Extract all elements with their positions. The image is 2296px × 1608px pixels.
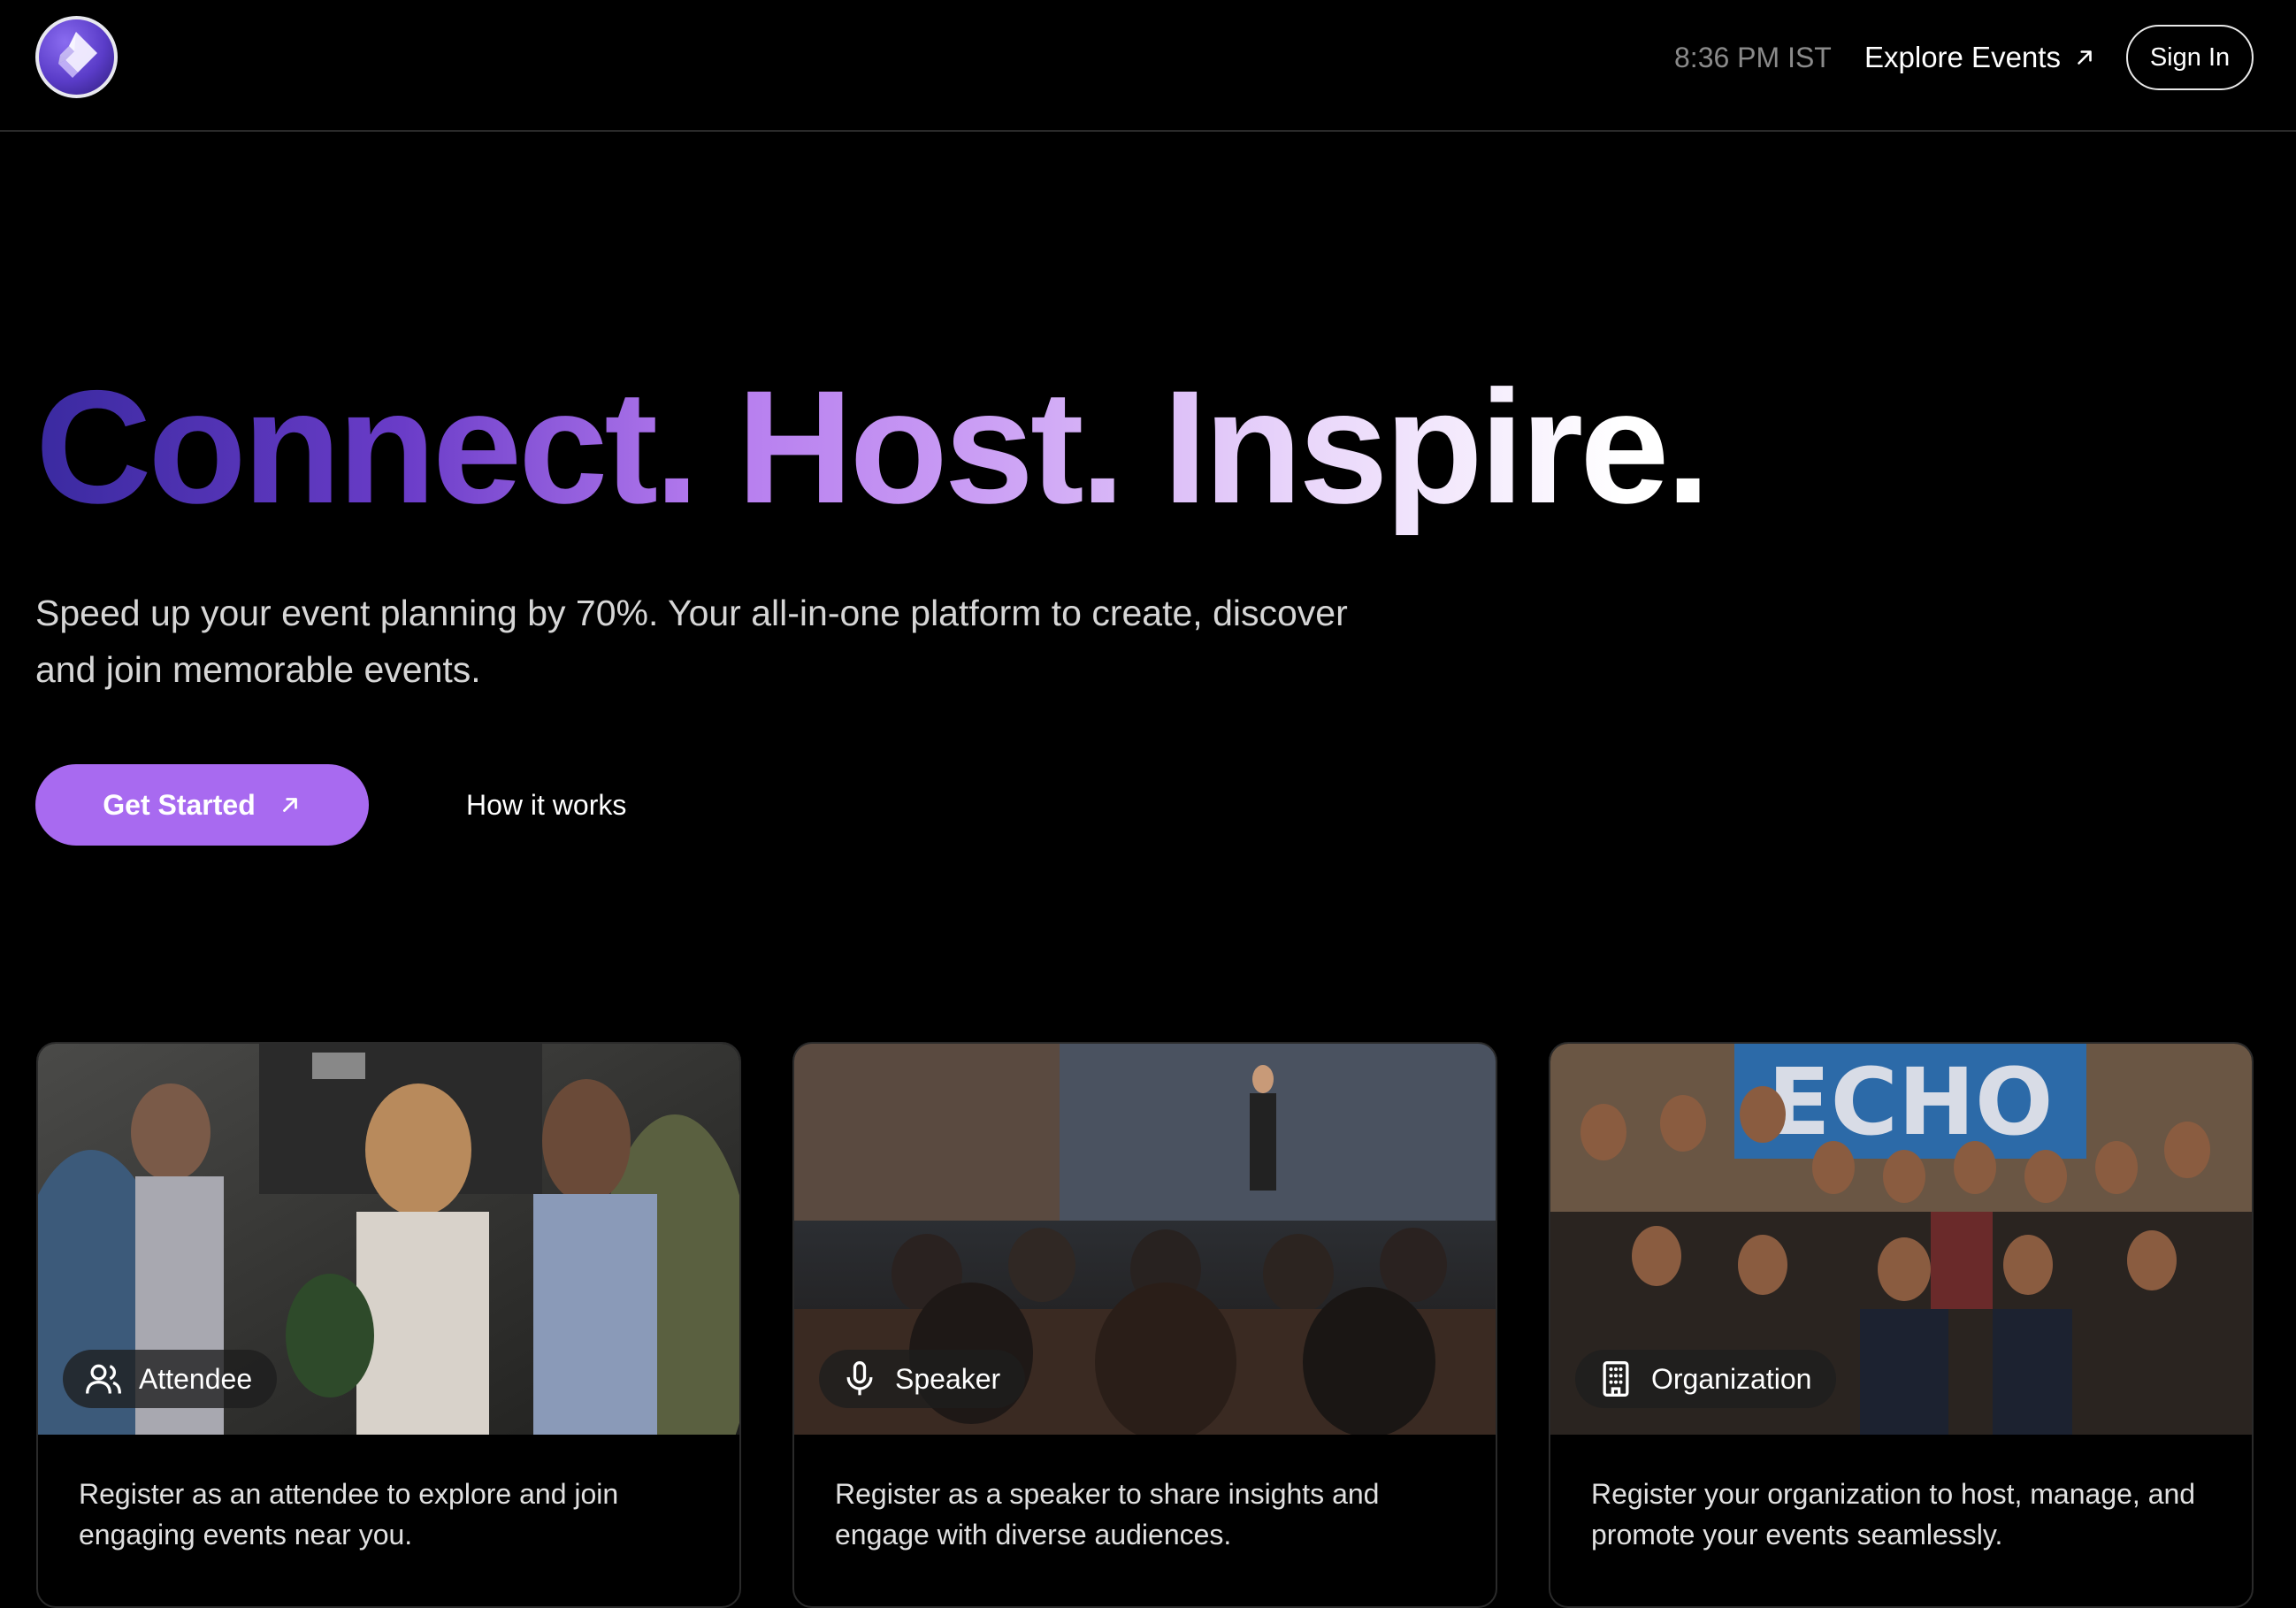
speaker-card[interactable]: Speaker Register as a speaker to share i… bbox=[792, 1042, 1497, 1608]
app-logo[interactable] bbox=[35, 16, 118, 98]
users-icon bbox=[86, 1364, 121, 1394]
organization-description: Register your organization to host, mana… bbox=[1591, 1478, 2196, 1551]
explore-events-link[interactable]: Explore Events bbox=[1864, 40, 2096, 75]
speaker-badge: Speaker bbox=[819, 1350, 1026, 1408]
top-navbar: 8:36 PM IST Explore Events Sign In bbox=[0, 0, 2296, 132]
hero-subtitle-line2: and join memorable events. bbox=[35, 649, 481, 690]
hero-subtitle: Speed up your event planning by 70%. You… bbox=[35, 585, 1397, 698]
speaker-label: Speaker bbox=[895, 1362, 1001, 1395]
microphone-icon bbox=[846, 1361, 873, 1396]
organization-card[interactable]: ECHO Organization Register your organiza… bbox=[1549, 1042, 2254, 1608]
how-it-works-link[interactable]: How it works bbox=[466, 787, 626, 823]
attendee-description: Register as an attendee to explore and j… bbox=[79, 1478, 619, 1551]
organization-badge: Organization bbox=[1575, 1350, 1837, 1408]
local-time: 8:36 PM IST bbox=[1674, 42, 1832, 73]
attendee-badge: Attendee bbox=[63, 1350, 278, 1408]
echo-banner-text: ECHO bbox=[1768, 1048, 2054, 1156]
attendee-label: Attendee bbox=[139, 1362, 253, 1395]
hero-title: Connect. Host. Inspire. bbox=[35, 356, 1711, 537]
get-started-label: Get Started bbox=[103, 788, 256, 821]
organization-label: Organization bbox=[1651, 1362, 1812, 1395]
arrow-up-right-icon bbox=[282, 798, 297, 812]
logo-mark-icon bbox=[58, 32, 97, 78]
get-started-button[interactable]: Get Started bbox=[35, 764, 369, 846]
attendee-card[interactable]: Attendee Register as an attendee to expl… bbox=[36, 1042, 741, 1608]
explore-events-label: Explore Events bbox=[1864, 41, 2061, 73]
arrow-up-right-icon bbox=[2078, 50, 2092, 65]
sign-in-button[interactable]: Sign In bbox=[2126, 25, 2254, 90]
building-icon bbox=[1603, 1361, 1629, 1397]
speaker-description: Register as a speaker to share insights … bbox=[835, 1478, 1380, 1551]
hero-subtitle-line1: Speed up your event planning by 70%. You… bbox=[35, 593, 1348, 633]
